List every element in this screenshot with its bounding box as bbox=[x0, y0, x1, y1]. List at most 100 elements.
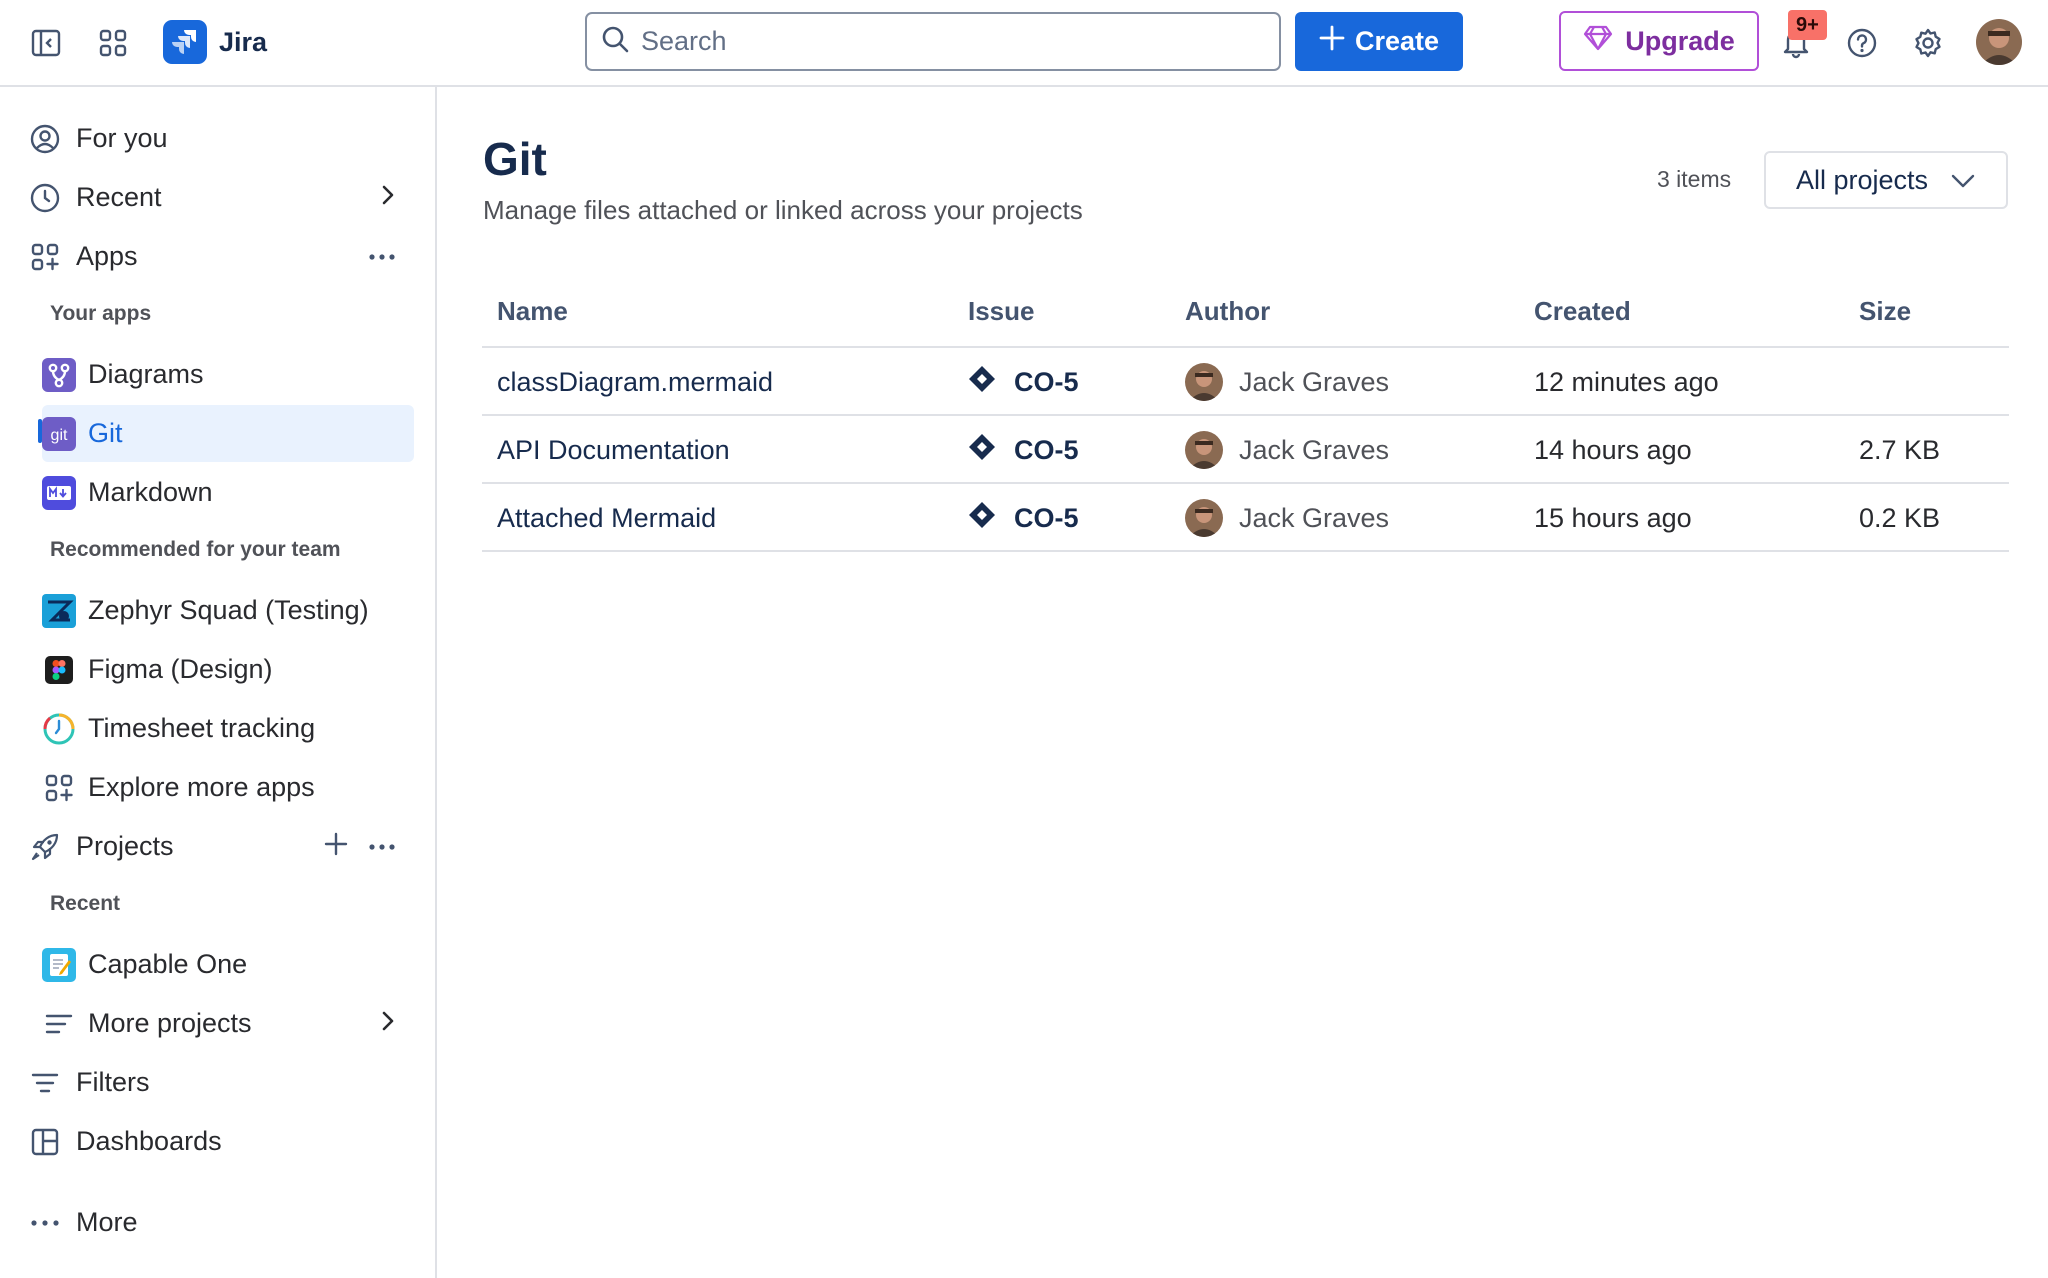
git-app-icon: git bbox=[42, 416, 76, 451]
file-size: 2.7 KB bbox=[1859, 434, 1941, 465]
author-name: Jack Graves bbox=[1239, 366, 1390, 397]
jira-logo-icon bbox=[163, 20, 207, 64]
sidebar-item-apps[interactable]: Apps bbox=[28, 228, 414, 285]
files-table: Name Issue Author Created Size classDiag… bbox=[482, 280, 2009, 552]
sidebar-item-label: Projects bbox=[76, 831, 174, 861]
author-cell: Jack Graves bbox=[1185, 348, 1389, 416]
apps-grid-icon bbox=[42, 771, 76, 805]
sidebar-item-label: Figma (Design) bbox=[88, 654, 273, 684]
search-field[interactable] bbox=[585, 12, 1281, 71]
sidebar-item-recent[interactable]: Recent bbox=[28, 169, 414, 226]
help-icon[interactable] bbox=[1839, 20, 1885, 66]
sidebar-item-projects[interactable]: Projects bbox=[28, 818, 414, 875]
more-horizontal-icon[interactable] bbox=[368, 248, 396, 266]
issue-key: CO-5 bbox=[1014, 502, 1079, 533]
chevron-right-icon[interactable] bbox=[380, 1010, 396, 1037]
sidebar-item-filters[interactable]: Filters bbox=[28, 1054, 414, 1111]
sidebar-item-git[interactable]: git Git bbox=[42, 405, 414, 462]
plus-icon[interactable] bbox=[324, 832, 348, 861]
table-row[interactable]: API Documentation CO-5 Jack Graves 14 ho… bbox=[482, 416, 2009, 484]
upgrade-button[interactable]: Upgrade bbox=[1559, 11, 1759, 71]
upgrade-label: Upgrade bbox=[1625, 25, 1735, 56]
column-header-created[interactable]: Created bbox=[1534, 296, 1631, 327]
items-count: 3 items bbox=[1657, 166, 1732, 192]
author-cell: Jack Graves bbox=[1185, 416, 1389, 484]
page-subtitle: Manage files attached or linked across y… bbox=[483, 195, 1083, 225]
app-switcher-icon[interactable] bbox=[90, 20, 136, 66]
sidebar-item-label: Git bbox=[88, 418, 123, 448]
avatar bbox=[1185, 431, 1223, 469]
plus-icon bbox=[1319, 25, 1345, 58]
column-header-issue[interactable]: Issue bbox=[968, 296, 1035, 327]
sidebar-item-figma[interactable]: Figma (Design) bbox=[42, 641, 414, 698]
sidebar-item-label: For you bbox=[76, 123, 168, 153]
create-button[interactable]: Create bbox=[1295, 12, 1463, 71]
sidebar-item-label: Dashboards bbox=[76, 1126, 222, 1156]
table-row[interactable]: classDiagram.mermaid CO-5 Jack Graves 12… bbox=[482, 348, 2009, 416]
diamond-icon bbox=[1583, 25, 1613, 58]
file-name-link[interactable]: classDiagram.mermaid bbox=[497, 348, 773, 416]
file-size: 0.2 KB bbox=[1859, 502, 1941, 533]
sidebar-item-label: Recent bbox=[76, 182, 162, 212]
search-input[interactable] bbox=[641, 26, 1241, 57]
svg-text:git: git bbox=[51, 427, 68, 444]
diagrams-app-icon bbox=[42, 357, 76, 392]
sidebar-item-markdown[interactable]: Markdown bbox=[42, 464, 414, 521]
page-title: Git bbox=[483, 133, 547, 185]
sidebar-item-explore-apps[interactable]: Explore more apps bbox=[42, 759, 414, 816]
sidebar-item-timesheet[interactable]: Timesheet tracking bbox=[42, 700, 414, 757]
section-heading-recommended: Recommended for your team bbox=[50, 538, 341, 561]
sidebar-item-more-projects[interactable]: More projects bbox=[42, 995, 414, 1052]
column-header-size[interactable]: Size bbox=[1859, 296, 1911, 327]
issue-key: CO-5 bbox=[1014, 434, 1079, 465]
project-filter-dropdown[interactable]: All projects bbox=[1764, 151, 2008, 209]
chevron-right-icon[interactable] bbox=[380, 184, 396, 211]
apps-grid-icon bbox=[28, 240, 62, 274]
sidebar-item-capable-one[interactable]: Capable One bbox=[42, 936, 414, 993]
top-navigation-bar: Jira Create Upgrade 9+ bbox=[0, 0, 2048, 87]
sidebar-item-zephyr[interactable]: Zephyr Squad (Testing) bbox=[42, 582, 414, 639]
column-header-name[interactable]: Name bbox=[497, 296, 568, 327]
created-time: 15 hours ago bbox=[1534, 502, 1692, 533]
clock-icon bbox=[28, 181, 62, 215]
author-name: Jack Graves bbox=[1239, 434, 1390, 465]
sidebar-item-label: Diagrams bbox=[88, 359, 204, 389]
search-icon bbox=[601, 25, 629, 58]
issue-link[interactable]: CO-5 bbox=[968, 484, 1079, 552]
diamond-issue-icon bbox=[968, 501, 996, 536]
zephyr-icon bbox=[42, 593, 76, 628]
more-horizontal-icon[interactable] bbox=[368, 838, 396, 856]
file-name-link[interactable]: Attached Mermaid bbox=[497, 484, 716, 552]
jira-logo[interactable]: Jira bbox=[163, 20, 267, 64]
settings-icon[interactable] bbox=[1905, 20, 1951, 66]
more-horizontal-icon bbox=[28, 1206, 62, 1240]
author-name: Jack Graves bbox=[1239, 502, 1390, 533]
diamond-issue-icon bbox=[968, 365, 996, 400]
issue-link[interactable]: CO-5 bbox=[968, 416, 1079, 484]
project-notepad-icon bbox=[42, 947, 76, 982]
file-name-link[interactable]: API Documentation bbox=[497, 416, 730, 484]
sidebar-item-label: Capable One bbox=[88, 949, 248, 979]
sidebar-item-label: More projects bbox=[88, 1008, 252, 1038]
sidebar-item-label: Apps bbox=[76, 241, 138, 271]
sidebar-item-for-you[interactable]: For you bbox=[28, 110, 414, 167]
sidebar-item-label: Zephyr Squad (Testing) bbox=[88, 595, 369, 625]
sidebar-item-more[interactable]: More bbox=[28, 1194, 414, 1251]
issue-link[interactable]: CO-5 bbox=[968, 348, 1079, 416]
sidebar-item-diagrams[interactable]: Diagrams bbox=[42, 346, 414, 403]
sidebar-item-label: More bbox=[76, 1207, 138, 1237]
timesheet-icon bbox=[42, 712, 76, 746]
author-cell: Jack Graves bbox=[1185, 484, 1389, 552]
sidebar-toggle-icon[interactable] bbox=[23, 20, 69, 66]
table-row[interactable]: Attached Mermaid CO-5 Jack Graves 15 hou… bbox=[482, 484, 2009, 552]
issue-key: CO-5 bbox=[1014, 366, 1079, 397]
column-header-author[interactable]: Author bbox=[1185, 296, 1270, 327]
user-avatar[interactable] bbox=[1976, 19, 2022, 65]
avatar bbox=[1185, 363, 1223, 401]
user-circle-icon bbox=[28, 122, 62, 156]
create-label: Create bbox=[1354, 26, 1440, 56]
sidebar-item-dashboards[interactable]: Dashboards bbox=[28, 1113, 414, 1170]
rocket-icon bbox=[28, 830, 62, 864]
table-header: Name Issue Author Created Size bbox=[482, 280, 2009, 348]
sidebar-item-label: Explore more apps bbox=[88, 772, 315, 802]
